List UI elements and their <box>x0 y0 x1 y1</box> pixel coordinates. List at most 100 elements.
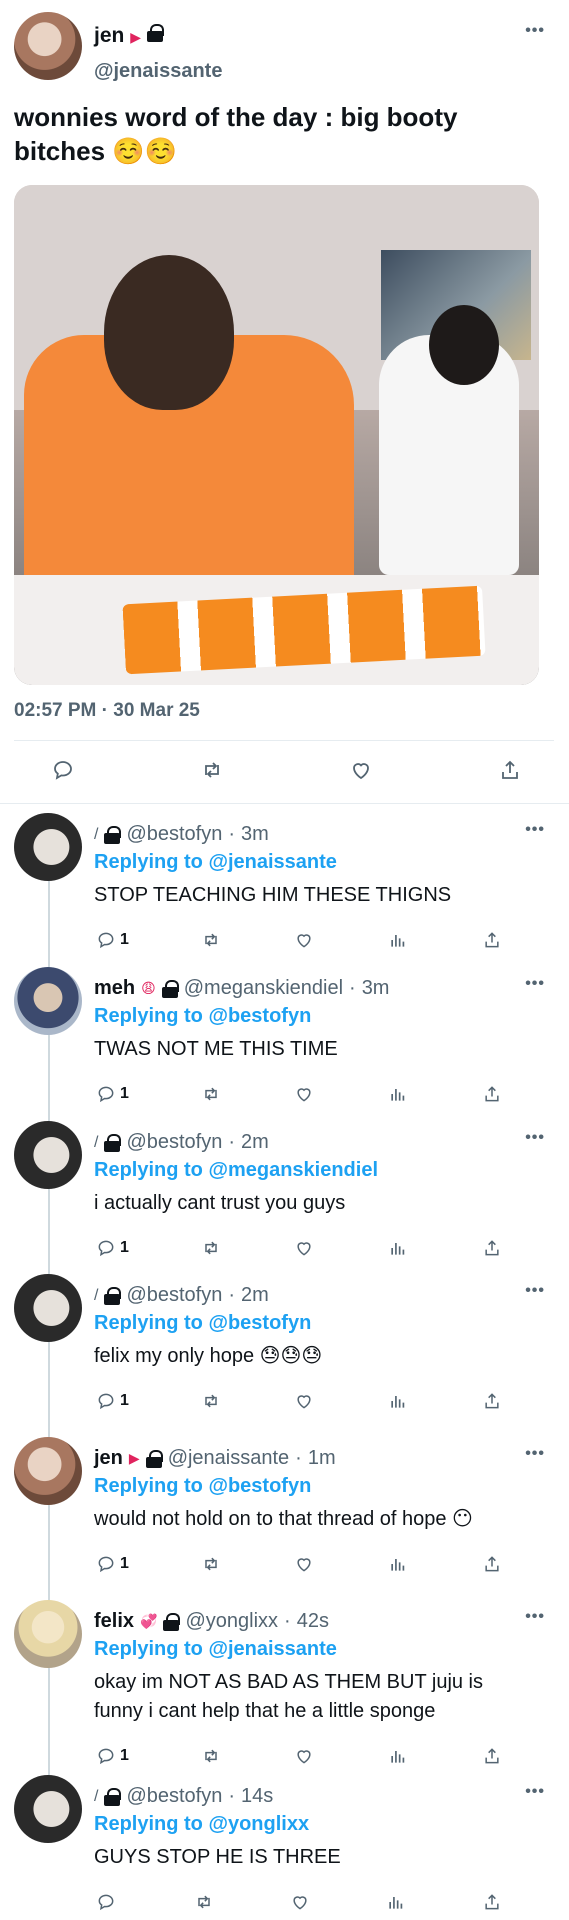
reply-author-handle[interactable]: @bestofyn <box>126 1131 222 1154</box>
replying-to-handle[interactable]: @bestofyn <box>208 1005 311 1027</box>
share-icon[interactable] <box>480 1552 504 1576</box>
retweet-icon[interactable] <box>199 1552 223 1576</box>
more-options-icon[interactable]: ••• <box>525 1129 545 1147</box>
more-options-icon[interactable]: ••• <box>525 1783 545 1801</box>
retweet-icon[interactable] <box>199 1082 223 1106</box>
more-options-icon[interactable]: ••• <box>525 1608 545 1626</box>
reply-actions: 1 <box>94 1742 504 1770</box>
views-icon[interactable] <box>384 1890 408 1914</box>
reply-button[interactable] <box>94 1890 120 1914</box>
tweet-timestamp[interactable]: 02:57 PM · 30 Mar 25 <box>14 700 200 722</box>
like-icon[interactable] <box>292 1744 316 1768</box>
retweet-icon[interactable] <box>199 1744 223 1768</box>
reply-author-handle[interactable]: @bestofyn <box>126 1284 222 1307</box>
like-icon[interactable] <box>292 1082 316 1106</box>
views-icon[interactable] <box>386 1552 410 1576</box>
reply-icon[interactable] <box>94 1082 118 1106</box>
reply-author-name[interactable]: jen <box>94 1447 123 1470</box>
views-icon[interactable] <box>386 1744 410 1768</box>
share-icon[interactable] <box>480 1890 504 1914</box>
avatar[interactable] <box>14 813 82 881</box>
retweet-icon[interactable] <box>199 1236 223 1260</box>
reply-button[interactable]: 1 <box>94 928 129 952</box>
reply-icon[interactable] <box>94 1890 118 1914</box>
like-icon[interactable] <box>292 1552 316 1576</box>
like-icon[interactable] <box>347 756 375 784</box>
avatar[interactable] <box>14 1775 82 1843</box>
reply-icon[interactable] <box>94 928 118 952</box>
reply-header: / @bestofyn · 14s <box>94 1785 273 1808</box>
replying-to-handle[interactable]: @bestofyn <box>208 1312 311 1334</box>
reply-author-handle[interactable]: @yonglixx <box>185 1610 278 1633</box>
lock-icon <box>104 1787 122 1806</box>
author-name-text[interactable]: jen <box>94 24 124 47</box>
reply-author-handle[interactable]: @bestofyn <box>126 1785 222 1808</box>
avatar[interactable] <box>14 12 82 80</box>
reply-button[interactable]: 1 <box>94 1389 129 1413</box>
lock-icon <box>104 1286 122 1305</box>
avatar[interactable] <box>14 1274 82 1342</box>
reply-author-name[interactable]: meh <box>94 977 135 1000</box>
replying-to-label: Replying to <box>94 1475 203 1497</box>
reply-time[interactable]: 2m <box>241 1284 269 1307</box>
author-name[interactable]: jen ▶ <box>94 24 164 48</box>
wand-icon: / <box>94 1133 99 1151</box>
replying-to-handle[interactable]: @yonglixx <box>208 1813 309 1835</box>
reply-button[interactable]: 1 <box>94 1082 129 1106</box>
views-icon[interactable] <box>386 1389 410 1413</box>
replying-to-handle[interactable]: @jenaissante <box>208 1638 336 1660</box>
dot-separator: · <box>349 977 356 999</box>
avatar[interactable] <box>14 1121 82 1189</box>
retweet-icon[interactable] <box>199 928 223 952</box>
reply-text: would not hold on to that thread of hope… <box>94 1508 473 1530</box>
share-icon[interactable] <box>480 928 504 952</box>
avatar[interactable] <box>14 1437 82 1505</box>
share-icon[interactable] <box>480 1744 504 1768</box>
like-icon[interactable] <box>288 1890 312 1914</box>
like-icon[interactable] <box>292 1236 316 1260</box>
reply-time[interactable]: 14s <box>241 1785 273 1808</box>
views-icon[interactable] <box>386 928 410 952</box>
retweet-icon[interactable] <box>192 1890 216 1914</box>
reply-time[interactable]: 3m <box>241 823 269 846</box>
share-icon[interactable] <box>480 1082 504 1106</box>
reply-button[interactable]: 1 <box>94 1744 129 1768</box>
reply-time[interactable]: 3m <box>362 977 390 1000</box>
like-icon[interactable] <box>292 928 316 952</box>
replying-to-handle[interactable]: @meganskiendiel <box>208 1159 378 1181</box>
reply-header: jen ▶ @jenaissante · 1m <box>94 1447 336 1470</box>
reply-time[interactable]: 1m <box>308 1447 336 1470</box>
reply-button[interactable]: 1 <box>94 1236 129 1260</box>
reply-author-handle[interactable]: @meganskiendiel <box>184 977 343 1000</box>
share-icon[interactable] <box>480 1236 504 1260</box>
reply-icon[interactable] <box>94 1236 118 1260</box>
reply-button[interactable]: 1 <box>94 1552 129 1576</box>
reply-time[interactable]: 42s <box>297 1610 329 1633</box>
avatar[interactable] <box>14 1600 82 1668</box>
reply-author-name[interactable]: felix <box>94 1610 134 1633</box>
share-icon[interactable] <box>480 1389 504 1413</box>
share-icon[interactable] <box>496 756 524 784</box>
reply-icon[interactable] <box>94 1389 118 1413</box>
avatar[interactable] <box>14 967 82 1035</box>
like-icon[interactable] <box>292 1389 316 1413</box>
author-handle[interactable]: @jenaissante <box>94 60 222 83</box>
views-icon[interactable] <box>386 1236 410 1260</box>
views-icon[interactable] <box>386 1082 410 1106</box>
more-options-icon[interactable]: ••• <box>525 821 545 839</box>
retweet-icon[interactable] <box>199 1389 223 1413</box>
reply-icon[interactable] <box>94 1744 118 1768</box>
reply-author-handle[interactable]: @bestofyn <box>126 823 222 846</box>
more-options-icon[interactable]: ••• <box>525 1445 545 1463</box>
retweet-icon[interactable] <box>198 756 226 784</box>
reply-icon[interactable] <box>49 756 77 784</box>
more-options-icon[interactable]: ••• <box>525 22 545 40</box>
more-options-icon[interactable]: ••• <box>525 1282 545 1300</box>
tweet-media-image[interactable] <box>14 185 539 685</box>
reply-time[interactable]: 2m <box>241 1131 269 1154</box>
reply-author-handle[interactable]: @jenaissante <box>168 1447 289 1470</box>
replying-to-handle[interactable]: @jenaissante <box>208 851 336 873</box>
replying-to-handle[interactable]: @bestofyn <box>208 1475 311 1497</box>
reply-icon[interactable] <box>94 1552 118 1576</box>
more-options-icon[interactable]: ••• <box>525 975 545 993</box>
